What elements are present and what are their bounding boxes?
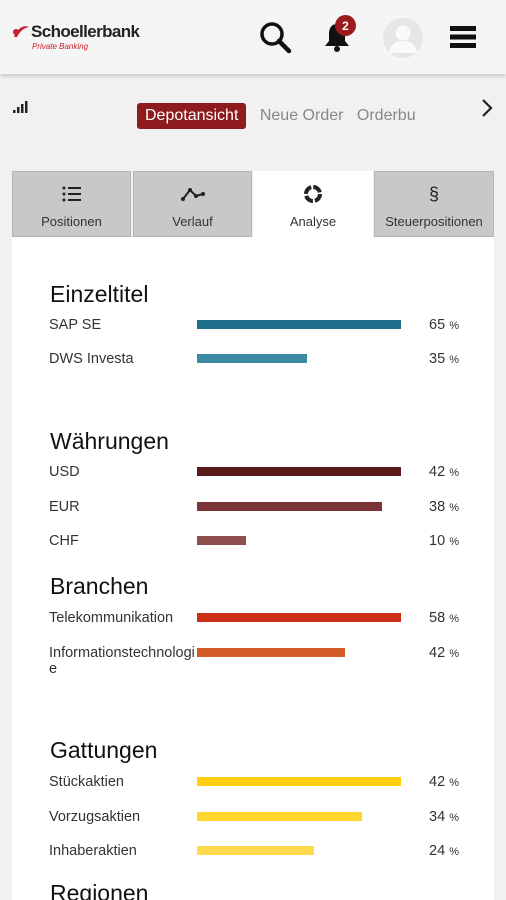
logo-mark-icon: [13, 26, 29, 37]
row-percent: 42 %: [429, 645, 459, 661]
sub-navigation: Depotansicht Neue Order Orderbu: [130, 103, 435, 133]
subnav-depotansicht[interactable]: Depotansicht: [137, 103, 247, 129]
brand-subtitle: Private Banking: [32, 42, 89, 51]
avatar-icon: [383, 18, 423, 58]
list-icon: [13, 182, 130, 206]
row-label: Vorzugsaktien: [49, 809, 141, 825]
subnav-orderbuch[interactable]: Orderbu: [357, 103, 416, 129]
row-label: Informationstechnologie: [49, 645, 195, 677]
allocation-bar: [197, 467, 401, 476]
notification-badge: 2: [335, 15, 356, 36]
brand-name: Schoellerbank: [31, 22, 140, 41]
allocation-bar: [197, 846, 314, 855]
tab-label: Verlauf: [172, 214, 213, 229]
allocation-bar: [197, 320, 401, 329]
tab-positionen[interactable]: Positionen: [12, 171, 131, 237]
tab-label: Analyse: [289, 214, 337, 229]
top-bar: Schoellerbank Private Banking 2: [0, 0, 506, 74]
row-percent: 65 %: [429, 317, 459, 333]
line-chart-icon: [134, 182, 251, 206]
section-title-gattungen: Gattungen: [50, 737, 158, 763]
search-button[interactable]: [256, 18, 294, 56]
menu-button[interactable]: [444, 18, 482, 56]
section-title-waehrungen: Währungen: [50, 428, 169, 454]
row-label: EUR: [49, 499, 80, 515]
allocation-bar: [197, 354, 307, 363]
profile-button[interactable]: [382, 17, 424, 59]
row-label: CHF: [49, 533, 79, 549]
section-title-regionen: Regionen: [50, 880, 149, 900]
row-label: Inhaberaktien: [49, 843, 137, 859]
search-icon: [260, 22, 292, 54]
allocation-bar: [197, 502, 382, 511]
section-title-einzeltitel: Einzeltitel: [50, 281, 149, 307]
brand-logo[interactable]: Schoellerbank Private Banking: [12, 22, 142, 56]
menu-icon: [450, 26, 476, 48]
allocation-bar: [197, 648, 345, 657]
analysis-tabs: Positionen Verlauf Analyse § Steuerposit…: [12, 171, 494, 237]
chevron-right-icon[interactable]: [477, 96, 497, 120]
row-percent: 42 %: [429, 464, 459, 480]
row-percent: 58 %: [429, 610, 459, 626]
tab-steuerpositionen[interactable]: § Steuerpositionen: [374, 171, 494, 237]
row-percent: 38 %: [429, 499, 459, 515]
tab-label: Steuerpositionen: [385, 214, 483, 229]
allocation-bar: [197, 777, 401, 786]
analysis-panel: Einzeltitel SAP SE 65 % DWS Investa 35 %…: [12, 237, 494, 900]
row-percent: 34 %: [429, 809, 459, 825]
tab-label: Positionen: [41, 214, 102, 229]
row-percent: 24 %: [429, 843, 459, 859]
row-percent: 42 %: [429, 774, 459, 790]
allocation-bar: [197, 613, 401, 622]
section-title-branchen: Branchen: [50, 573, 149, 599]
tab-verlauf[interactable]: Verlauf: [133, 171, 252, 237]
row-label: Stückaktien: [49, 774, 124, 790]
row-label: DWS Investa: [49, 351, 134, 367]
allocation-bar: [197, 536, 246, 545]
tab-analyse[interactable]: Analyse: [253, 171, 373, 237]
subnav-neue-order[interactable]: Neue Order: [260, 103, 344, 129]
row-label: Telekommunikation: [49, 610, 174, 626]
signal-icon: [13, 101, 28, 113]
paragraph-icon: §: [428, 183, 439, 204]
row-label: USD: [49, 464, 80, 480]
allocation-bar: [197, 812, 362, 821]
row-percent: 10 %: [429, 533, 459, 549]
row-label: SAP SE: [49, 317, 102, 333]
row-percent: 35 %: [429, 351, 459, 367]
donut-icon: [254, 182, 372, 206]
